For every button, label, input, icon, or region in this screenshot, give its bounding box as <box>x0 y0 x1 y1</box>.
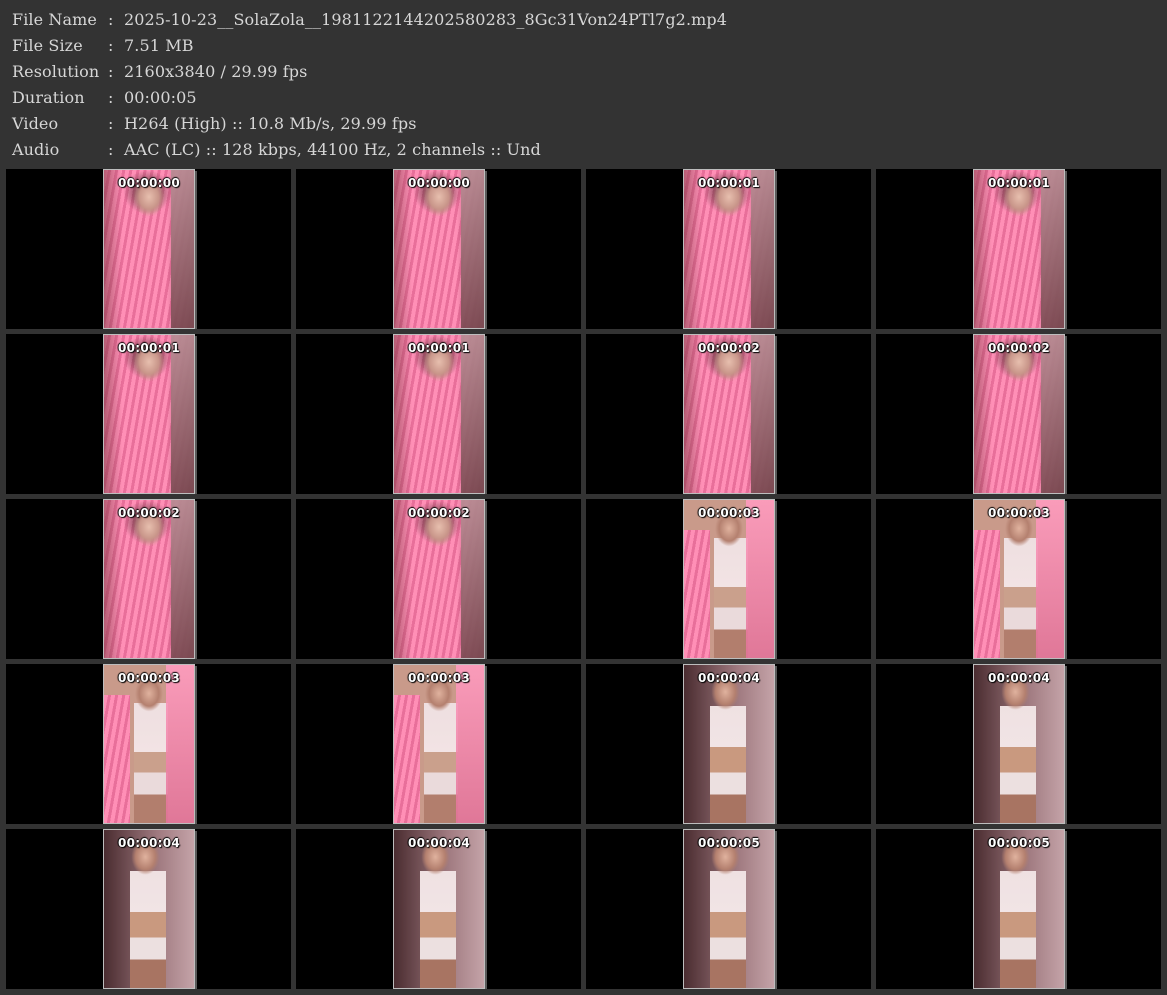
file-info-panel: File Name : 2025-10-23__SolaZola__198112… <box>12 8 1152 164</box>
thumbnail-image: 00:00:00 <box>103 169 195 329</box>
thumbnail-timestamp: 00:00:02 <box>987 341 1051 355</box>
thumbnail-cell: 00:00:04 <box>296 829 581 989</box>
info-row-duration: Duration : 00:00:05 <box>12 86 1152 112</box>
thumbnail-cell: 00:00:04 <box>586 664 871 824</box>
thumbnail-cell: 00:00:05 <box>876 829 1161 989</box>
info-separator: : <box>108 114 114 133</box>
info-separator: : <box>108 140 114 159</box>
thumbnail-timestamp: 00:00:00 <box>407 176 471 190</box>
thumbnail-cell: 00:00:03 <box>6 664 291 824</box>
info-row-file-name: File Name : 2025-10-23__SolaZola__198112… <box>12 8 1152 34</box>
thumbnail-timestamp: 00:00:03 <box>987 506 1051 520</box>
thumbnail-image: 00:00:03 <box>393 664 485 824</box>
info-value: H264 (High) :: 10.8 Mb/s, 29.99 fps <box>124 114 417 133</box>
thumbnail-image: 00:00:00 <box>393 169 485 329</box>
thumbnail-grid: 00:00:00 00:00:00 00:00:01 00:00:01 00:00:01… <box>6 169 1163 991</box>
thumbnail-cell: 00:00:02 <box>6 499 291 659</box>
thumbnail-timestamp: 00:00:03 <box>697 506 761 520</box>
thumbnail-image: 00:00:02 <box>103 499 195 659</box>
thumbnail-cell: 00:00:03 <box>296 664 581 824</box>
info-value: AAC (LC) :: 128 kbps, 44100 Hz, 2 channe… <box>124 140 541 159</box>
thumbnail-image: 00:00:02 <box>973 334 1065 494</box>
thumbnail-image: 00:00:01 <box>973 169 1065 329</box>
info-label: Resolution <box>12 62 100 81</box>
info-label: Audio <box>12 140 60 159</box>
thumbnail-timestamp: 00:00:02 <box>407 506 471 520</box>
thumbnail-timestamp: 00:00:04 <box>697 671 761 685</box>
thumbnail-cell: 00:00:03 <box>876 499 1161 659</box>
thumbnail-image: 00:00:04 <box>103 829 195 989</box>
info-value: 7.51 MB <box>124 36 194 55</box>
thumbnail-timestamp: 00:00:05 <box>987 836 1051 850</box>
thumbnail-image: 00:00:04 <box>973 664 1065 824</box>
info-separator: : <box>108 10 114 29</box>
thumbnail-image: 00:00:02 <box>393 499 485 659</box>
thumbnail-cell: 00:00:01 <box>876 169 1161 329</box>
thumbnail-cell: 00:00:01 <box>586 169 871 329</box>
thumbnail-cell: 00:00:05 <box>586 829 871 989</box>
thumbnail-timestamp: 00:00:01 <box>117 341 181 355</box>
thumbnail-cell: 00:00:00 <box>296 169 581 329</box>
thumbnail-timestamp: 00:00:03 <box>407 671 471 685</box>
info-row-audio: Audio : AAC (LC) :: 128 kbps, 44100 Hz, … <box>12 138 1152 164</box>
thumbnail-timestamp: 00:00:05 <box>697 836 761 850</box>
thumbnail-image: 00:00:03 <box>683 499 775 659</box>
thumbnail-timestamp: 00:00:00 <box>117 176 181 190</box>
info-row-video: Video : H264 (High) :: 10.8 Mb/s, 29.99 … <box>12 112 1152 138</box>
info-row-resolution: Resolution : 2160x3840 / 29.99 fps <box>12 60 1152 86</box>
thumbnail-cell: 00:00:04 <box>6 829 291 989</box>
thumbnail-timestamp: 00:00:03 <box>117 671 181 685</box>
thumbnail-image: 00:00:04 <box>393 829 485 989</box>
info-label: Duration <box>12 88 85 107</box>
thumbnail-cell: 00:00:02 <box>876 334 1161 494</box>
info-separator: : <box>108 88 114 107</box>
thumbnail-image: 00:00:01 <box>683 169 775 329</box>
thumbnail-timestamp: 00:00:01 <box>987 176 1051 190</box>
thumbnail-image: 00:00:02 <box>683 334 775 494</box>
thumbnail-cell: 00:00:02 <box>586 334 871 494</box>
thumbnail-timestamp: 00:00:02 <box>697 341 761 355</box>
info-separator: : <box>108 36 114 55</box>
thumbnail-timestamp: 00:00:01 <box>407 341 471 355</box>
thumbnail-image: 00:00:03 <box>973 499 1065 659</box>
thumbnail-cell: 00:00:04 <box>876 664 1161 824</box>
thumbnail-timestamp: 00:00:02 <box>117 506 181 520</box>
thumbnail-image: 00:00:04 <box>683 664 775 824</box>
info-label: File Name <box>12 10 97 29</box>
info-label: File Size <box>12 36 83 55</box>
info-value: 2160x3840 / 29.99 fps <box>124 62 308 81</box>
thumbnail-image: 00:00:01 <box>103 334 195 494</box>
info-row-file-size: File Size : 7.51 MB <box>12 34 1152 60</box>
thumbnail-image: 00:00:01 <box>393 334 485 494</box>
thumbnail-timestamp: 00:00:04 <box>117 836 181 850</box>
info-value: 00:00:05 <box>124 88 197 107</box>
thumbnail-timestamp: 00:00:04 <box>407 836 471 850</box>
thumbnail-cell: 00:00:01 <box>296 334 581 494</box>
thumbnail-image: 00:00:05 <box>683 829 775 989</box>
thumbnail-cell: 00:00:03 <box>586 499 871 659</box>
thumbnail-timestamp: 00:00:01 <box>697 176 761 190</box>
thumbnail-cell: 00:00:00 <box>6 169 291 329</box>
info-separator: : <box>108 62 114 81</box>
thumbnail-image: 00:00:05 <box>973 829 1065 989</box>
info-value: 2025-10-23__SolaZola__198112214420258028… <box>124 10 728 29</box>
thumbnail-cell: 00:00:01 <box>6 334 291 494</box>
thumbnail-timestamp: 00:00:04 <box>987 671 1051 685</box>
thumbnail-image: 00:00:03 <box>103 664 195 824</box>
info-label: Video <box>12 114 59 133</box>
thumbnail-cell: 00:00:02 <box>296 499 581 659</box>
